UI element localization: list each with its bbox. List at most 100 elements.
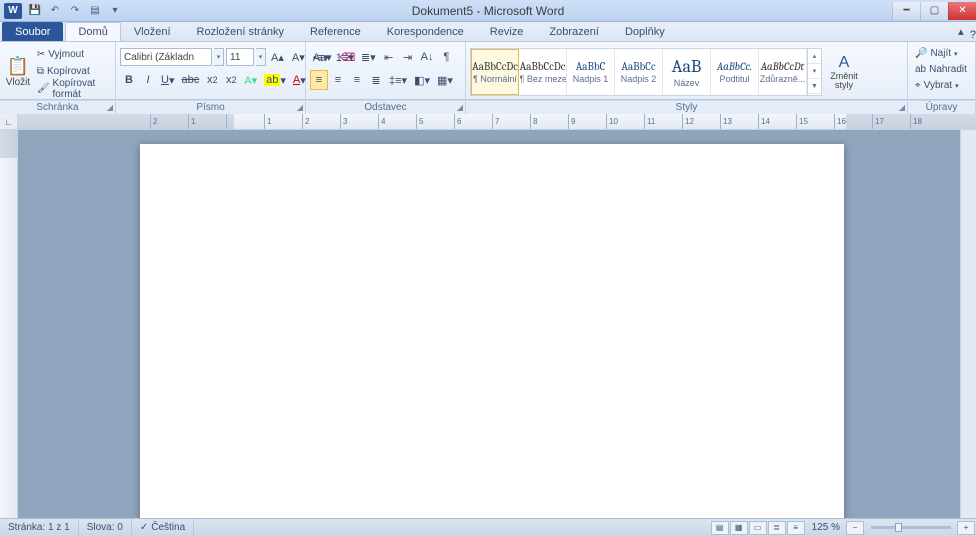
view-web-button[interactable]: ▭ (749, 521, 767, 535)
bold-button[interactable]: B (120, 70, 138, 90)
font-size-dropdown-icon[interactable]: ▾ (256, 48, 266, 66)
find-button[interactable]: 🔎Najít▾ (912, 46, 961, 61)
highlight-button[interactable]: ab▾ (261, 70, 289, 90)
change-styles-button[interactable]: A Změnit styly (824, 48, 864, 96)
gallery-up-icon[interactable]: ▴ (808, 49, 821, 64)
qat-custom-icon[interactable]: ▤ (86, 3, 104, 19)
font-launcher-icon[interactable]: ◢ (297, 103, 303, 112)
tab-addins[interactable]: Doplňky (612, 22, 678, 41)
style-preview: AaBbCc. (717, 60, 752, 73)
tab-view[interactable]: Zobrazení (536, 22, 612, 41)
zoom-out-button[interactable]: − (846, 521, 864, 535)
sort-button[interactable]: A↓ (418, 47, 437, 67)
status-language[interactable]: ✓Čeština (132, 519, 194, 536)
style-heading1[interactable]: AaBbCNadpis 1 (567, 49, 615, 95)
undo-icon[interactable]: ↶ (46, 3, 64, 19)
vertical-scrollbar[interactable] (960, 130, 976, 518)
status-words[interactable]: Slova: 0 (79, 519, 132, 536)
style-title[interactable]: AaBNázev (663, 49, 711, 95)
maximize-button[interactable]: ▢ (920, 2, 948, 20)
tab-mailings[interactable]: Korespondence (374, 22, 477, 41)
gallery-more-icon[interactable]: ▼ (808, 79, 821, 94)
font-size-combo[interactable]: 11 (226, 48, 254, 66)
zoom-in-button[interactable]: + (957, 521, 975, 535)
change-styles-label: Změnit styly (825, 72, 863, 90)
replace-button[interactable]: abNahradit (912, 62, 970, 77)
save-icon[interactable]: 💾 (26, 3, 44, 19)
view-outline-button[interactable]: ≣ (768, 521, 786, 535)
borders-button[interactable]: ▦▾ (434, 70, 456, 90)
justify-button[interactable]: ≣ (367, 70, 385, 90)
zoom-level[interactable]: 125 % (806, 522, 846, 533)
page[interactable] (140, 144, 844, 518)
line-spacing-button[interactable]: ‡≡▾ (386, 70, 410, 90)
text-effects-button[interactable]: A▾ (241, 70, 260, 90)
show-marks-button[interactable]: ¶ (437, 47, 455, 67)
view-print-layout-button[interactable]: ▤ (711, 521, 729, 535)
redo-icon[interactable]: ↷ (66, 3, 84, 19)
strikethrough-button[interactable]: abc (178, 70, 202, 90)
replace-label: Nahradit (929, 64, 967, 75)
status-bar: Stránka: 1 z 1 Slova: 0 ✓Čeština ▤ ▦ ▭ ≣… (0, 518, 976, 536)
style-no-spacing[interactable]: AaBbCcDc¶ Bez mezer (519, 49, 567, 95)
cut-button[interactable]: ✂Vyjmout (34, 47, 111, 62)
group-editing: 🔎Najít▾ abNahradit ⌖Vybrat▾ (908, 42, 976, 99)
tab-page-layout[interactable]: Rozložení stránky (184, 22, 297, 41)
italic-button[interactable]: I (139, 70, 157, 90)
decrease-indent-button[interactable]: ⇤ (380, 47, 398, 67)
multilevel-button[interactable]: ≣▾ (358, 47, 379, 67)
paste-label: Vložit (6, 77, 30, 88)
font-name-dropdown-icon[interactable]: ▾ (214, 48, 224, 66)
shading-button[interactable]: ◧▾ (411, 70, 433, 90)
view-draft-button[interactable]: ≡ (787, 521, 805, 535)
superscript-button[interactable]: x2 (222, 70, 240, 90)
vertical-ruler[interactable] (0, 130, 18, 518)
grow-font-button[interactable]: A▴ (268, 47, 287, 67)
group-paragraph: •≡▾ 1≡▾ ≣▾ ⇤ ⇥ A↓ ¶ ≡ ≡ ≡ ≣ ‡≡▾ ◧▾ ▦▾ (306, 42, 466, 99)
bullets-button[interactable]: •≡▾ (310, 47, 332, 67)
gallery-down-icon[interactable]: ▾ (808, 64, 821, 79)
align-left-button[interactable]: ≡ (310, 70, 328, 90)
tab-file[interactable]: Soubor (2, 22, 63, 41)
tab-selector[interactable]: ∟ (0, 114, 18, 129)
style-preview: AaBbC (576, 60, 606, 73)
minimize-button[interactable]: ━ (892, 2, 920, 20)
tab-references[interactable]: Reference (297, 22, 374, 41)
styles-launcher-icon[interactable]: ◢ (899, 103, 905, 112)
horizontal-ruler[interactable]: 21123456789101112131415161718 (18, 114, 976, 129)
document-canvas[interactable] (18, 130, 960, 518)
paste-button[interactable]: 📋 Vložit (4, 48, 32, 96)
select-button[interactable]: ⌖Vybrat▾ (912, 78, 962, 93)
subscript-button[interactable]: x2 (203, 70, 221, 90)
style-heading2[interactable]: AaBbCcNadpis 2 (615, 49, 663, 95)
tab-home[interactable]: Domů (65, 22, 120, 41)
help-icon[interactable]: ? (970, 29, 976, 41)
tab-review[interactable]: Revize (477, 22, 537, 41)
tab-insert[interactable]: Vložení (121, 22, 184, 41)
numbering-button[interactable]: 1≡▾ (333, 47, 357, 67)
view-full-screen-button[interactable]: ▦ (730, 521, 748, 535)
style-subtitle[interactable]: AaBbCc.Podtitul (711, 49, 759, 95)
paragraph-launcher-icon[interactable]: ◢ (457, 103, 463, 112)
style-name: Nadpis 1 (573, 74, 609, 84)
clipboard-launcher-icon[interactable]: ◢ (107, 103, 113, 112)
underline-button[interactable]: U▾ (158, 70, 177, 90)
ruler-row: ∟ 21123456789101112131415161718 (0, 114, 976, 130)
shrink-font-button[interactable]: A▾ (289, 47, 308, 67)
font-group-label: Písmo (196, 102, 224, 113)
zoom-slider[interactable] (871, 526, 951, 529)
zoom-thumb[interactable] (895, 523, 902, 532)
increase-indent-button[interactable]: ⇥ (399, 47, 417, 67)
group-styles: AaBbCcDc¶ Normální AaBbCcDc¶ Bez mezer A… (466, 42, 908, 99)
style-emphasis[interactable]: AaBbCcDtZdůrazně... (759, 49, 807, 95)
align-center-button[interactable]: ≡ (329, 70, 347, 90)
minimize-ribbon-icon[interactable]: ▴ (952, 21, 970, 41)
align-right-button[interactable]: ≡ (348, 70, 366, 90)
status-page[interactable]: Stránka: 1 z 1 (0, 519, 79, 536)
style-preview: AaBbCcDt (761, 60, 805, 73)
format-painter-button[interactable]: 🖌Kopírovat formát (34, 81, 111, 96)
close-button[interactable]: ✕ (948, 2, 976, 20)
style-normal[interactable]: AaBbCcDc¶ Normální (471, 49, 519, 95)
qat-dropdown-icon[interactable]: ▾ (106, 3, 124, 19)
font-name-combo[interactable]: Calibri (Základn (120, 48, 212, 66)
